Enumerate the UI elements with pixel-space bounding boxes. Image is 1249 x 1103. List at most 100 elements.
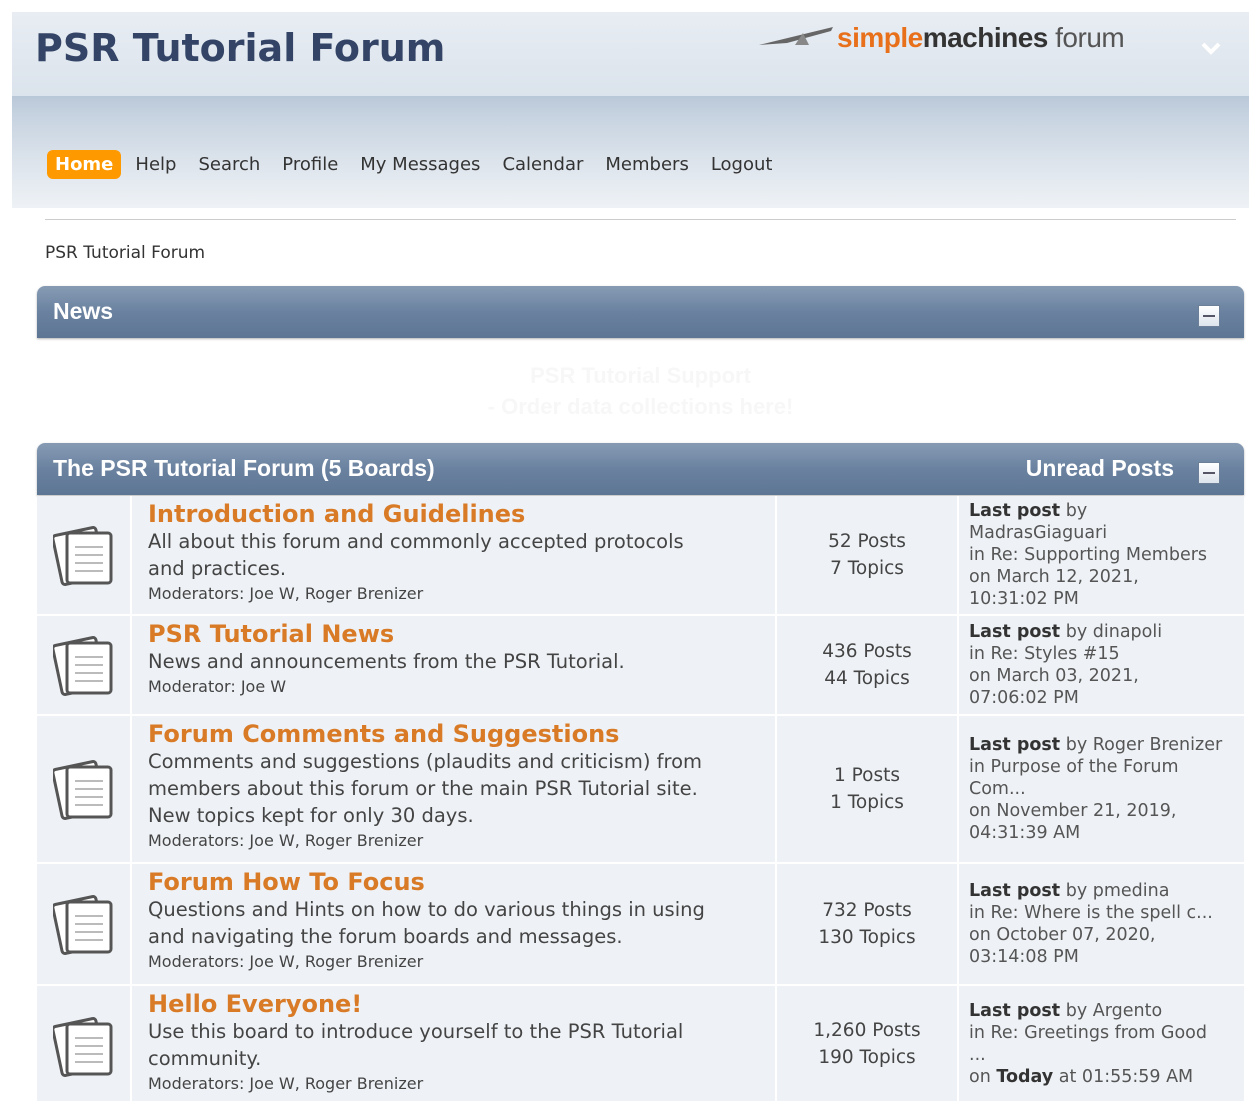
board-moderators[interactable]: Moderators: Joe W, Roger Brenizer bbox=[148, 950, 768, 974]
board-description: Comments and suggestions (plaudits and c… bbox=[148, 750, 703, 773]
last-post-time: 03:14:08 PM bbox=[969, 947, 1079, 967]
menu-my-messages[interactable]: My Messages bbox=[360, 154, 480, 175]
news-body: PSR Tutorial Support - Order data collec… bbox=[37, 338, 1244, 438]
board-name-link[interactable]: PSR Tutorial News bbox=[148, 620, 768, 648]
last-post: Last post by pmedina in Re: Where is the… bbox=[969, 864, 1239, 984]
board-name-link[interactable]: Forum Comments and Suggestions bbox=[148, 720, 768, 748]
post-count: 436 Posts bbox=[822, 641, 912, 662]
board-name-link[interactable]: Hello Everyone! bbox=[148, 990, 768, 1018]
last-post: Last post by Roger Brenizer in Purpose o… bbox=[969, 716, 1239, 862]
board-icon[interactable] bbox=[53, 757, 117, 821]
last-post-header: Last post by dinapoli bbox=[969, 622, 1163, 642]
board-info: Introduction and Guidelines All about th… bbox=[148, 500, 768, 606]
board-row: Introduction and Guidelines All about th… bbox=[37, 496, 1244, 616]
last-post-topic[interactable]: in Re: Greetings from Good bbox=[969, 1022, 1239, 1044]
main-menu: Home Help Search Profile My Messages Cal… bbox=[47, 150, 794, 179]
board-icon[interactable] bbox=[53, 1014, 117, 1078]
post-count: 732 Posts bbox=[822, 900, 912, 921]
last-post: Last post by MadrasGiaguari in Re: Suppo… bbox=[969, 496, 1239, 614]
last-post-topic-cont[interactable]: Com... bbox=[969, 778, 1239, 800]
board-icon-cell bbox=[37, 616, 132, 714]
last-post-date: on March 12, 2021, bbox=[969, 567, 1139, 587]
board-row: PSR Tutorial News News and announcements… bbox=[37, 616, 1244, 716]
board-description: New topics kept for only 30 days. bbox=[148, 804, 474, 827]
category-title[interactable]: The PSR Tutorial Forum (5 Boards) bbox=[53, 455, 435, 482]
menu-help[interactable]: Help bbox=[135, 154, 176, 175]
board-info: Forum How To Focus Questions and Hints o… bbox=[148, 868, 768, 974]
board-info: Forum Comments and Suggestions Comments … bbox=[148, 720, 768, 853]
board-icon[interactable] bbox=[53, 892, 117, 956]
topic-count: 190 Topics bbox=[818, 1046, 916, 1068]
forum-header: PSR Tutorial Forum simplemachines forum … bbox=[12, 12, 1249, 208]
news-bar: News bbox=[37, 286, 1244, 338]
category-bar: The PSR Tutorial Forum (5 Boards) Unread… bbox=[37, 443, 1244, 495]
board-icon-cell bbox=[37, 496, 132, 614]
post-count: 1 Posts bbox=[834, 765, 900, 786]
board-icon-cell bbox=[37, 716, 132, 862]
forum-title: PSR Tutorial Forum bbox=[35, 26, 446, 70]
last-post-topic-cont[interactable]: ... bbox=[969, 1044, 1239, 1066]
last-post-time: 10:31:02 PM bbox=[969, 589, 1079, 609]
last-post-topic[interactable]: in Re: Supporting Members bbox=[969, 544, 1239, 566]
last-post-author[interactable]: MadrasGiaguari bbox=[969, 522, 1239, 544]
board-stats: 436 Posts 44 Topics bbox=[775, 616, 959, 714]
logo-swoosh-icon bbox=[759, 27, 833, 45]
menu-search[interactable]: Search bbox=[198, 154, 260, 175]
board-stats: 1 Posts 1 Topics bbox=[775, 716, 959, 862]
topic-count: 130 Topics bbox=[818, 927, 916, 948]
board-moderators[interactable]: Moderators: Joe W, Roger Brenizer bbox=[148, 829, 768, 853]
last-post-time: 07:06:02 PM bbox=[969, 688, 1079, 708]
news-line: - Order data collections here! bbox=[487, 394, 794, 419]
board-stats: 1,260 Posts 190 Topics bbox=[775, 986, 959, 1101]
board-description: and navigating the forum boards and mess… bbox=[148, 925, 623, 948]
last-post-topic[interactable]: in Re: Styles #15 bbox=[969, 643, 1239, 665]
news-title: News bbox=[53, 298, 114, 324]
last-post-date: on October 07, 2020, bbox=[969, 925, 1156, 945]
board-info: Hello Everyone! Use this board to introd… bbox=[148, 990, 768, 1096]
chevron-down-icon[interactable] bbox=[1197, 34, 1225, 62]
board-icon-cell bbox=[37, 864, 132, 984]
board-description: community. bbox=[148, 1047, 262, 1070]
header-top: PSR Tutorial Forum simplemachines forum bbox=[12, 12, 1249, 96]
last-post-date: on November 21, 2019, bbox=[969, 801, 1177, 821]
collapse-category-icon[interactable] bbox=[1198, 462, 1220, 484]
smf-logo[interactable]: simplemachines forum bbox=[757, 22, 1125, 54]
last-post-header: Last post by Roger Brenizer bbox=[969, 735, 1223, 755]
board-description: News and announcements from the PSR Tuto… bbox=[148, 650, 625, 673]
menu-home[interactable]: Home bbox=[47, 150, 122, 179]
divider bbox=[45, 219, 1236, 220]
menu-calendar[interactable]: Calendar bbox=[502, 154, 583, 175]
board-icon[interactable] bbox=[53, 633, 117, 697]
board-description: Use this board to introduce yourself to … bbox=[148, 1020, 684, 1043]
topic-count: 1 Topics bbox=[830, 792, 904, 813]
topic-count: 44 Topics bbox=[824, 668, 910, 689]
board-icon-cell bbox=[37, 986, 132, 1101]
breadcrumb[interactable]: PSR Tutorial Forum bbox=[45, 243, 205, 263]
last-post-date: on March 03, 2021, bbox=[969, 666, 1139, 686]
board-icon[interactable] bbox=[53, 523, 117, 587]
board-stats: 732 Posts 130 Topics bbox=[775, 864, 959, 984]
last-post-date: on Today at 01:55:59 AM bbox=[969, 1066, 1194, 1087]
board-description: Questions and Hints on how to do various… bbox=[148, 898, 705, 921]
board-moderators[interactable]: Moderators: Joe W, Roger Brenizer bbox=[148, 582, 768, 606]
last-post-topic[interactable]: in Re: Where is the spell c... bbox=[969, 902, 1239, 924]
last-post-header: Last post by bbox=[969, 501, 1088, 521]
last-post-header: Last post by pmedina bbox=[969, 881, 1170, 901]
logo-text: simplemachines forum bbox=[837, 22, 1125, 53]
menu-members[interactable]: Members bbox=[605, 154, 688, 175]
board-moderators[interactable]: Moderators: Joe W, Roger Brenizer bbox=[148, 1072, 768, 1096]
last-post-time: 04:31:39 AM bbox=[969, 823, 1081, 843]
unread-posts-link[interactable]: Unread Posts bbox=[1026, 455, 1174, 482]
collapse-news-icon[interactable] bbox=[1198, 305, 1220, 327]
last-post-topic[interactable]: in Purpose of the Forum bbox=[969, 756, 1239, 778]
menu-profile[interactable]: Profile bbox=[282, 154, 338, 175]
board-name-link[interactable]: Forum How To Focus bbox=[148, 868, 768, 896]
menu-logout[interactable]: Logout bbox=[711, 154, 773, 175]
post-count: 1,260 Posts bbox=[813, 1019, 921, 1041]
board-description: All about this forum and commonly accept… bbox=[148, 530, 684, 553]
board-info: PSR Tutorial News News and announcements… bbox=[148, 620, 768, 699]
last-post: Last post by Argento in Re: Greetings fr… bbox=[969, 986, 1239, 1101]
board-stats: 52 Posts 7 Topics bbox=[775, 496, 959, 614]
board-moderators[interactable]: Moderator: Joe W bbox=[148, 675, 768, 699]
board-name-link[interactable]: Introduction and Guidelines bbox=[148, 500, 768, 528]
